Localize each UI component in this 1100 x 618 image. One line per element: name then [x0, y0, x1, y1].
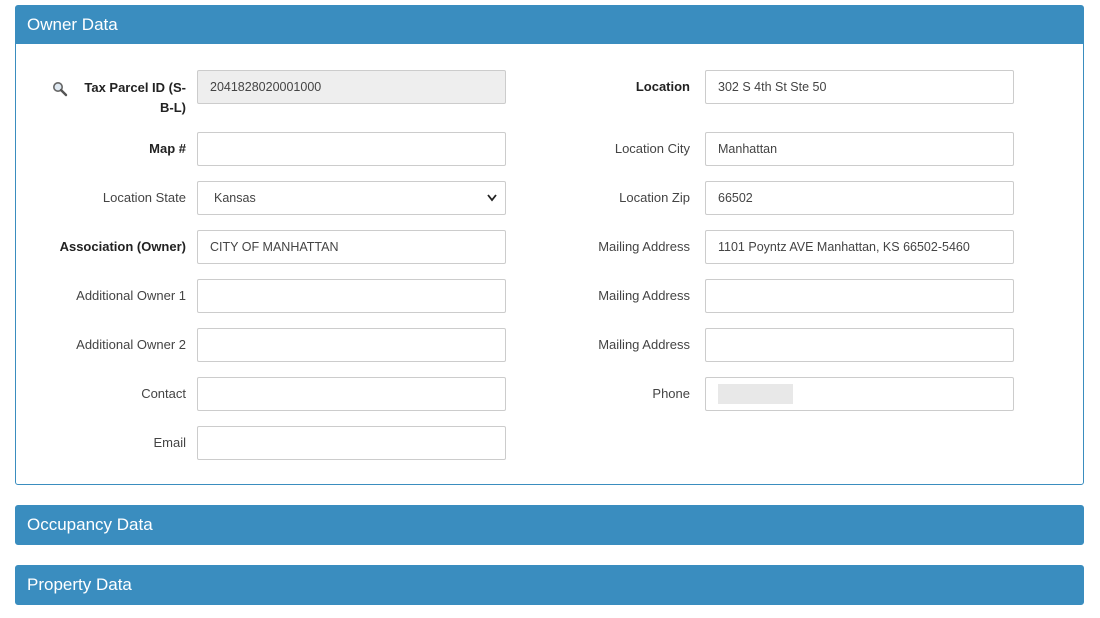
chevron-down-icon	[487, 182, 497, 214]
tax-parcel-label-wrap: Tax Parcel ID (S-B-L)	[36, 78, 186, 118]
occupancy-data-panel[interactable]: Occupancy Data	[15, 505, 1084, 545]
phone-label: Phone	[652, 386, 690, 401]
additional-owner-1-field[interactable]	[197, 279, 506, 313]
mailing-address-1-field[interactable]: 1101 Poyntz AVE Manhattan, KS 66502-5460	[705, 230, 1014, 264]
email-label: Email	[153, 435, 186, 450]
mailing-address-3-label: Mailing Address	[598, 337, 690, 352]
location-state-label: Location State	[102, 190, 186, 205]
mailing-address-1-label: Mailing Address	[598, 239, 690, 254]
contact-label: Contact	[141, 386, 186, 401]
contact-field[interactable]	[197, 377, 506, 411]
redacted-phone	[718, 384, 793, 404]
location-field[interactable]: 302 S 4th St Ste 50	[705, 70, 1014, 104]
location-label: Location	[635, 79, 690, 94]
mailing-address-2-field[interactable]	[705, 279, 1014, 313]
tax-parcel-label: Tax Parcel ID (S-B-L)	[84, 80, 186, 115]
map-label: Map #	[149, 141, 186, 156]
additional-owner-2-label: Additional Owner 2	[76, 337, 186, 352]
owner-data-header[interactable]: Owner Data	[16, 6, 1083, 44]
location-city-field[interactable]: Manhattan	[705, 132, 1014, 166]
occupancy-data-header[interactable]: Occupancy Data	[16, 506, 1083, 544]
mailing-address-2-label: Mailing Address	[598, 288, 690, 303]
location-zip-label: Location Zip	[619, 190, 690, 205]
location-city-label: Location City	[614, 141, 690, 156]
property-data-header[interactable]: Property Data	[16, 566, 1083, 604]
map-field[interactable]	[197, 132, 506, 166]
location-state-value: Kansas	[214, 191, 256, 205]
mailing-address-3-field[interactable]	[705, 328, 1014, 362]
email-field[interactable]	[197, 426, 506, 460]
location-state-select[interactable]: Kansas	[197, 181, 506, 215]
property-data-panel[interactable]: Property Data	[15, 565, 1084, 605]
location-zip-field[interactable]: 66502	[705, 181, 1014, 215]
tax-parcel-field[interactable]: 2041828020001000	[197, 70, 506, 104]
owner-data-panel: Owner Data Tax Parcel ID (S-B-L) 2041828…	[15, 5, 1084, 485]
association-field[interactable]: CITY OF MANHATTAN	[197, 230, 506, 264]
association-label: Association (Owner)	[59, 239, 186, 254]
additional-owner-2-field[interactable]	[197, 328, 506, 362]
additional-owner-1-label: Additional Owner 1	[76, 288, 186, 303]
magnifier-icon[interactable]	[52, 81, 68, 97]
phone-field[interactable]	[705, 377, 1014, 411]
